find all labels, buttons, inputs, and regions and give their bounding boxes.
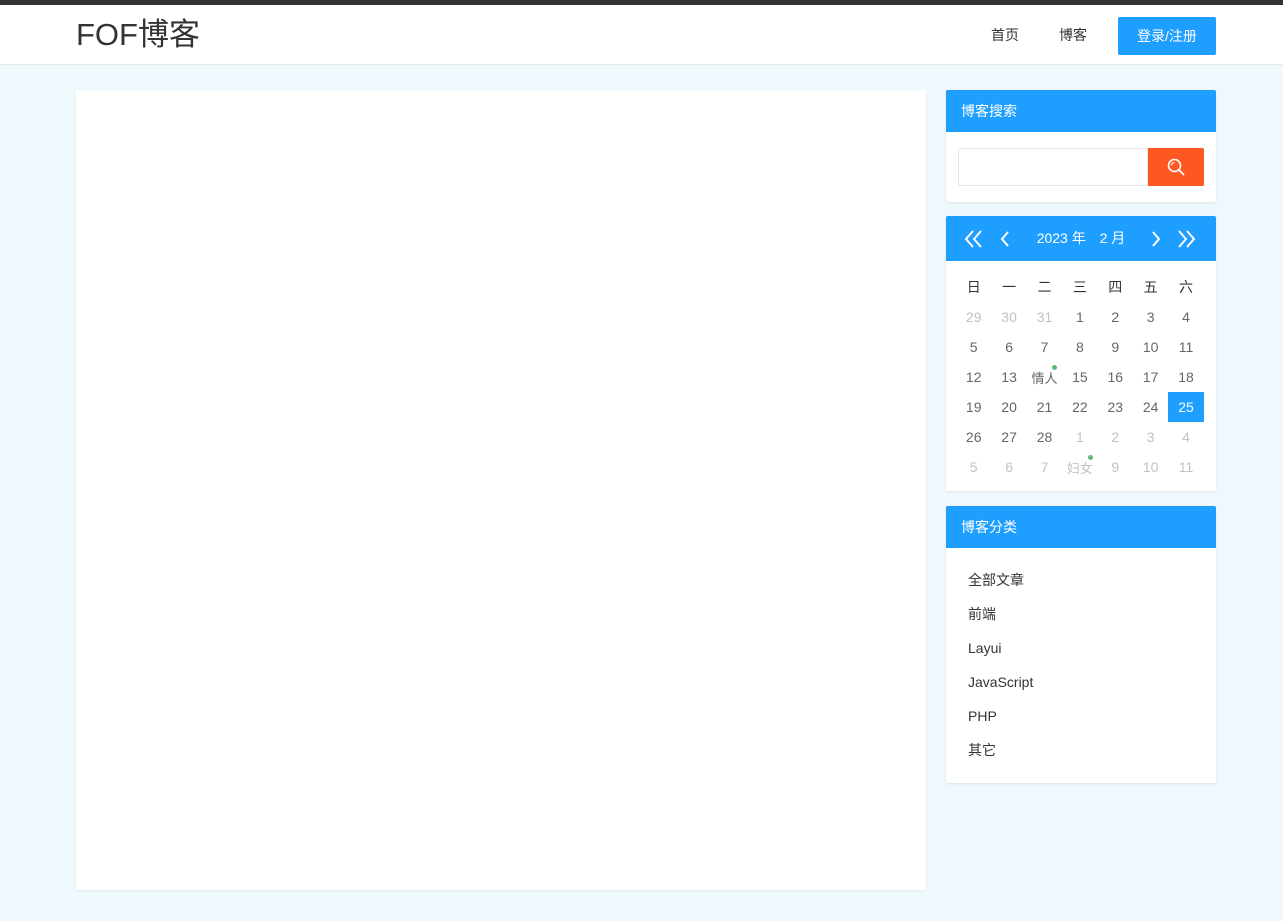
calendar-day[interactable]: 23 [1098, 392, 1133, 422]
category-item-php[interactable]: PHP [968, 699, 1216, 733]
weekday-label: 五 [1143, 279, 1158, 295]
calendar-day[interactable]: 10 [1133, 452, 1168, 482]
calendar-day[interactable]: 9 [1098, 332, 1133, 362]
calendar-week-row: 5 6 7 8 9 10 11 [956, 332, 1204, 362]
main-content-panel [76, 90, 926, 890]
login-register-button[interactable]: 登录/注册 [1118, 17, 1216, 55]
calendar-day[interactable]: 7 [1027, 452, 1062, 482]
calendar-day[interactable]: 20 [991, 392, 1026, 422]
calendar-day[interactable]: 28 [1027, 422, 1062, 452]
calendar-day[interactable]: 4 [1168, 302, 1203, 332]
event-mark-dot [1052, 365, 1058, 370]
calendar-day[interactable]: 18 [1168, 362, 1203, 392]
category-item-frontend[interactable]: 前端 [968, 597, 1216, 631]
calendar-day[interactable]: 22 [1062, 392, 1097, 422]
chevron-left-icon [1000, 231, 1009, 247]
prev-month-button[interactable] [995, 229, 1015, 249]
calendar-day[interactable]: 30 [991, 302, 1026, 332]
calendar-day[interactable]: 27 [991, 422, 1026, 452]
calendar-week-row: 26 27 28 1 2 3 4 [956, 422, 1204, 452]
calendar-day[interactable]: 5 [956, 332, 991, 362]
nav-home-link[interactable]: 首页 [991, 5, 1019, 65]
calendar-month[interactable]: 2 月 [1100, 230, 1126, 246]
weekday-label: 二 [1037, 279, 1052, 295]
calendar-day[interactable]: 24 [1133, 392, 1168, 422]
calendar-day[interactable]: 5 [956, 452, 991, 482]
prev-year-button[interactable] [964, 229, 984, 249]
calendar-day[interactable]: 妇女 [1062, 452, 1097, 482]
search-button[interactable] [1148, 148, 1204, 186]
calendar-year[interactable]: 2023 年 [1037, 230, 1086, 246]
search-card-title: 博客搜索 [946, 90, 1216, 132]
calendar-day[interactable]: 26 [956, 422, 991, 452]
weekday-label: 日 [966, 279, 981, 295]
weekday-label: 六 [1179, 279, 1194, 295]
category-item-other[interactable]: 其它 [968, 733, 1216, 767]
calendar-day[interactable]: 情人 [1027, 362, 1062, 392]
calendar-day[interactable]: 17 [1133, 362, 1168, 392]
calendar-day-today[interactable]: 25 [1168, 392, 1204, 422]
calendar-card: 2023 年 2 月 日 一 二 三 四 五 六 29 30 31 1 2 3 … [946, 216, 1216, 491]
calendar-day[interactable]: 21 [1027, 392, 1062, 422]
category-item-layui[interactable]: Layui [968, 631, 1216, 665]
calendar-day[interactable]: 11 [1168, 332, 1203, 362]
calendar-day[interactable]: 6 [991, 332, 1026, 362]
calendar-day[interactable]: 11 [1168, 452, 1203, 482]
site-logo[interactable]: FOF博客 [76, 15, 200, 55]
calendar-day[interactable]: 2 [1098, 422, 1133, 452]
calendar-title: 2023 年 2 月 [1026, 216, 1136, 261]
calendar-grid: 日 一 二 三 四 五 六 29 30 31 1 2 3 4 5 6 7 8 9 10 11 12 13 情人 1… [956, 272, 1204, 482]
weekday-label: 一 [1002, 279, 1017, 295]
double-chevron-right-icon [1178, 230, 1196, 248]
calendar-day[interactable]: 3 [1133, 422, 1168, 452]
next-month-button[interactable] [1146, 229, 1166, 249]
calendar-day[interactable]: 8 [1062, 332, 1097, 362]
calendar-day[interactable]: 6 [991, 452, 1026, 482]
category-item-javascript[interactable]: JavaScript [968, 665, 1216, 699]
calendar-day[interactable]: 4 [1168, 422, 1203, 452]
calendar-day[interactable]: 13 [991, 362, 1026, 392]
calendar-day[interactable]: 9 [1098, 452, 1133, 482]
calendar-day[interactable]: 1 [1062, 422, 1097, 452]
calendar-week-row: 12 13 情人 15 16 17 18 [956, 362, 1204, 392]
calendar-day[interactable]: 7 [1027, 332, 1062, 362]
calendar-week-row: 19 20 21 22 23 24 25 [956, 392, 1204, 422]
nav-blog-link[interactable]: 博客 [1059, 5, 1087, 65]
search-icon [1167, 158, 1185, 176]
calendar-week-row: 29 30 31 1 2 3 4 [956, 302, 1204, 332]
chevron-right-icon [1152, 231, 1161, 247]
header: FOF博客 首页 博客 登录/注册 [0, 5, 1283, 65]
double-chevron-left-icon [964, 230, 982, 248]
calendar-day[interactable]: 1 [1062, 302, 1097, 332]
calendar-day[interactable]: 2 [1098, 302, 1133, 332]
calendar-week-row: 5 6 7 妇女 9 10 11 [956, 452, 1204, 482]
calendar-header: 2023 年 2 月 [946, 216, 1216, 261]
weekday-label: 四 [1108, 279, 1123, 295]
category-list: 全部文章 前端 Layui JavaScript PHP 其它 [946, 548, 1216, 767]
search-input[interactable] [958, 148, 1148, 186]
calendar-day[interactable]: 10 [1133, 332, 1168, 362]
calendar-day[interactable]: 12 [956, 362, 991, 392]
calendar-day[interactable]: 16 [1098, 362, 1133, 392]
category-item-all[interactable]: 全部文章 [968, 563, 1216, 597]
next-year-button[interactable] [1176, 229, 1196, 249]
calendar-days: 29 30 31 1 2 3 4 5 6 7 8 9 10 11 12 13 情人 15 16 17 18 19 20 21 2… [956, 302, 1204, 482]
category-card: 博客分类 全部文章 前端 Layui JavaScript PHP 其它 [946, 506, 1216, 783]
calendar-day[interactable]: 3 [1133, 302, 1168, 332]
event-mark-dot [1087, 455, 1093, 460]
weekday-label: 三 [1072, 279, 1087, 295]
search-card: 博客搜索 [946, 90, 1216, 202]
calendar-day[interactable]: 29 [956, 302, 991, 332]
calendar-day[interactable]: 31 [1027, 302, 1062, 332]
calendar-day[interactable]: 15 [1062, 362, 1097, 392]
calendar-day[interactable]: 19 [956, 392, 991, 422]
category-card-title: 博客分类 [946, 506, 1216, 548]
weekday-row: 日 一 二 三 四 五 六 [956, 272, 1204, 302]
